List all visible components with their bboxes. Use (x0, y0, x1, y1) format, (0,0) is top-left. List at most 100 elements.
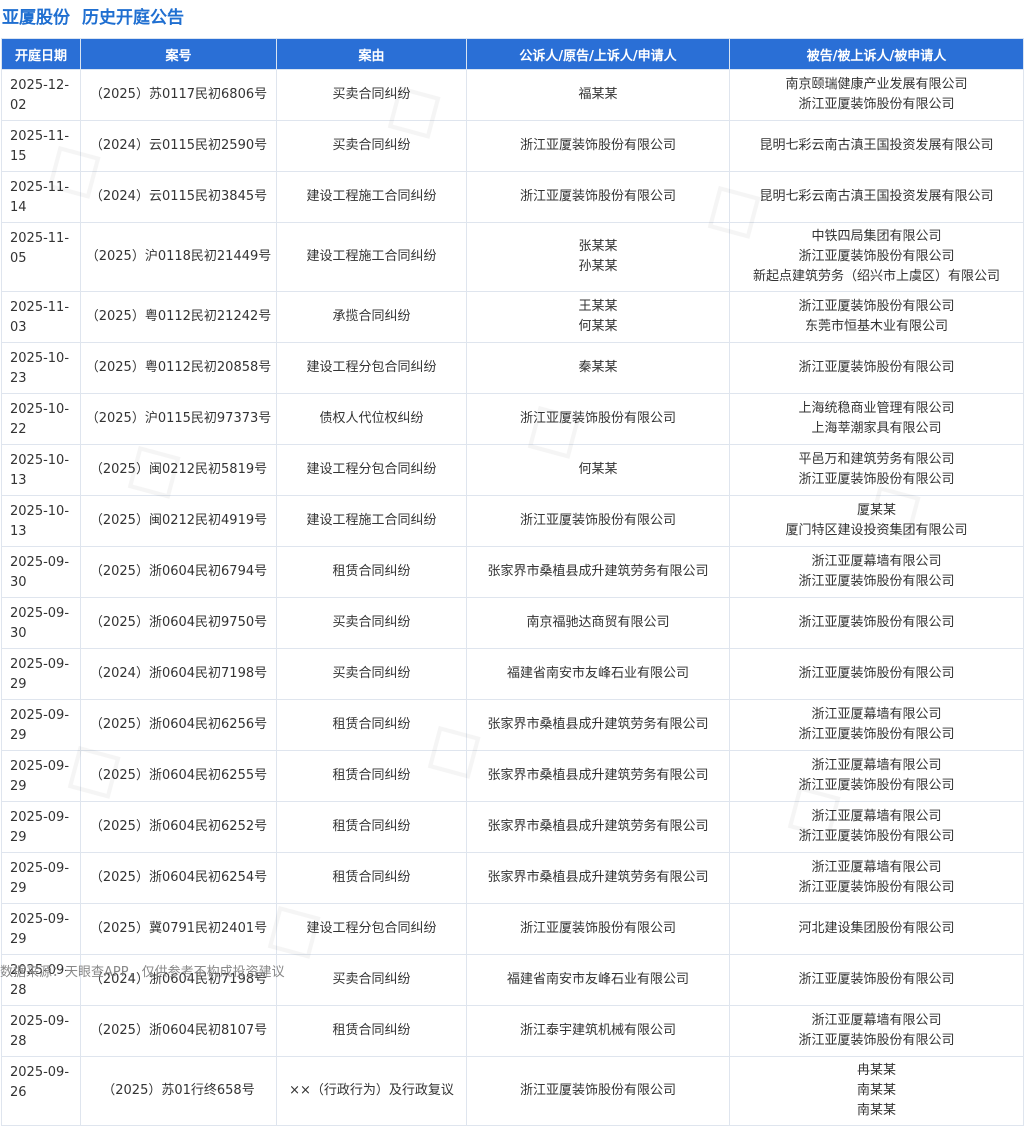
plaintiff-name: 南京福驰达商贸有限公司 (526, 615, 670, 630)
case-cause: 买卖合同纠纷 (276, 69, 467, 121)
plaintiff-name: 浙江泰宇建筑机械有限公司 (519, 1023, 676, 1038)
case-number: （2025）浙0604民初6256号 (80, 699, 277, 751)
hearing-date: 2025-09-29 (1, 903, 81, 955)
table-row: 2025-09-29 （2025）冀0791民初2401号 建设工程分包合同纠纷 浙江… (1, 903, 1024, 955)
plaintiff-name: 张家界市桑植县成升建筑劳务有限公司 (487, 564, 709, 579)
hearing-date: 2025-12-02 (1, 69, 81, 121)
page-header: 亚厦股份 历史开庭公告 (0, 0, 1024, 30)
defendant-name: 浙江亚厦装饰股份有限公司 (798, 97, 955, 112)
case-cause: 建设工程施工合同纠纷 (276, 222, 467, 292)
plaintiffs-cell: 浙江亚厦装饰股份有限公司 (466, 393, 730, 445)
defendants-cell: 浙江亚厦幕墙有限公司 浙江亚厦装饰股份有限公司 (729, 1005, 1024, 1057)
case-cause: 买卖合同纠纷 (276, 954, 467, 1006)
plaintiff-name: 浙江亚厦装饰股份有限公司 (519, 411, 676, 426)
table-row: 2025-09-29 （2025）浙0604民初6254号 租赁合同纠纷 张家界市桑植… (1, 852, 1024, 904)
defendant-name: 浙江亚厦装饰股份有限公司 (798, 360, 955, 375)
plaintiff-name: 王某某 (578, 299, 618, 314)
plaintiff-name: 张家界市桑植县成升建筑劳务有限公司 (487, 819, 709, 834)
table-row: 2025-10-13 （2025）闽0212民初4919号 建设工程施工合同纠纷 浙江… (1, 495, 1024, 547)
defendant-name: 冉某某 (856, 1063, 896, 1078)
table-row: 2025-09-30 （2025）浙0604民初6794号 租赁合同纠纷 张家界市桑植… (1, 546, 1024, 598)
defendant-name: 平邑万和建筑劳务有限公司 (798, 452, 955, 467)
case-number: （2025）浙0604民初6794号 (80, 546, 277, 598)
defendants-cell: 浙江亚厦装饰股份有限公司 (729, 597, 1024, 649)
defendants-cell: 浙江亚厦幕墙有限公司 浙江亚厦装饰股份有限公司 (729, 750, 1024, 802)
plaintiff-name: 浙江亚厦装饰股份有限公司 (519, 921, 676, 936)
hearing-date: 2025-10-13 (1, 444, 81, 496)
plaintiff-name: 浙江亚厦装饰股份有限公司 (519, 513, 676, 528)
col-header-date: 开庭日期 (1, 38, 81, 70)
plaintiffs-cell: 浙江亚厦装饰股份有限公司 (466, 1056, 730, 1126)
defendant-name: 南京颐瑞健康产业发展有限公司 (785, 77, 968, 92)
table-header-row: 开庭日期 案号 案由 公诉人/原告/上诉人/申请人 被告/被上诉人/被申请人 (1, 38, 1024, 70)
defendant-name: 浙江亚厦装饰股份有限公司 (798, 778, 955, 793)
defendant-name: 浙江亚厦幕墙有限公司 (811, 809, 942, 824)
defendant-name: 浙江亚厦装饰股份有限公司 (798, 574, 955, 589)
defendant-name: 浙江亚厦装饰股份有限公司 (798, 880, 955, 895)
case-cause: 租赁合同纠纷 (276, 699, 467, 751)
plaintiff-name: 张家界市桑植县成升建筑劳务有限公司 (487, 870, 709, 885)
defendant-name: 浙江亚厦装饰股份有限公司 (798, 249, 955, 264)
defendant-name: 中铁四局集团有限公司 (811, 229, 942, 244)
hearing-date: 2025-09-28 (1, 1005, 81, 1057)
defendants-cell: 上海统稳商业管理有限公司 上海莘潮家具有限公司 (729, 393, 1024, 445)
table-row: 2025-11-05 （2025）沪0118民初21449号 建设工程施工合同纠纷张… (1, 222, 1024, 292)
case-number: （2025）沪0115民初97373号 (80, 393, 277, 445)
table-row: 2025-10-23 （2025）粤0112民初20858号 建设工程分包合同纠纷 秦… (1, 342, 1024, 394)
defendants-cell: 中铁四局集团有限公司 浙江亚厦装饰股份有限公司 新起点建筑劳务（绍兴市上虞区）有限公… (729, 222, 1024, 292)
defendant-name: 东莞市恒基木业有限公司 (804, 319, 948, 334)
hearing-date: 2025-11-05 (1, 222, 81, 292)
case-cause: 买卖合同纠纷 (276, 120, 467, 172)
defendant-name: 浙江亚厦装饰股份有限公司 (798, 615, 955, 630)
case-number: （2025）苏01行终658号 (80, 1056, 277, 1126)
plaintiffs-cell: 福建省南安市友峰石业有限公司 (466, 954, 730, 1006)
hearing-date: 2025-10-22 (1, 393, 81, 445)
col-header-plaintiffs: 公诉人/原告/上诉人/申请人 (466, 38, 730, 70)
case-number: （2025）浙0604民初8107号 (80, 1005, 277, 1057)
table-row: 2025-09-28 （2025）浙0604民初8107号 租赁合同纠纷 浙江泰宇建筑… (1, 1005, 1024, 1057)
plaintiffs-cell: 南京福驰达商贸有限公司 (466, 597, 730, 649)
defendants-cell: 浙江亚厦装饰股份有限公司 (729, 648, 1024, 700)
plaintiffs-cell: 浙江亚厦装饰股份有限公司 (466, 495, 730, 547)
case-cause: 建设工程分包合同纠纷 (276, 444, 467, 496)
hearing-date: 2025-09-29 (1, 801, 81, 853)
plaintiffs-cell: 张家界市桑植县成升建筑劳务有限公司 (466, 852, 730, 904)
hearing-date: 2025-11-15 (1, 120, 81, 172)
table-row: 2025-12-02 （2025）苏0117民初6806号 买卖合同纠纷 福某某 南京颐… (1, 69, 1024, 121)
plaintiffs-cell: 张某某 孙某某 (466, 222, 730, 292)
company-name: 亚厦股份 (2, 7, 70, 28)
defendants-cell: 河北建设集团股份有限公司 (729, 903, 1024, 955)
plaintiff-name: 浙江亚厦装饰股份有限公司 (519, 138, 676, 153)
case-number: （2025）冀0791民初2401号 (80, 903, 277, 955)
defendant-name: 浙江亚厦幕墙有限公司 (811, 758, 942, 773)
case-number: （2025）闽0212民初4919号 (80, 495, 277, 547)
table-row: 2025-11-15 （2024）云0115民初2590号 买卖合同纠纷 浙江亚厦装饰… (1, 120, 1024, 172)
case-number: （2025）沪0118民初21449号 (80, 222, 277, 292)
defendants-cell: 浙江亚厦幕墙有限公司 浙江亚厦装饰股份有限公司 (729, 852, 1024, 904)
table-row: 2025-10-13 （2025）闽0212民初5819号 建设工程分包合同纠纷 何某… (1, 444, 1024, 496)
case-cause: 建设工程分包合同纠纷 (276, 342, 467, 394)
table-row: 2025-09-29 （2025）浙0604民初6255号 租赁合同纠纷 张家界市桑植… (1, 750, 1024, 802)
case-cause: 债权人代位权纠纷 (276, 393, 467, 445)
plaintiff-name: 浙江亚厦装饰股份有限公司 (519, 1083, 676, 1098)
defendant-name: 河北建设集团股份有限公司 (798, 921, 955, 936)
defendant-name: 浙江亚厦装饰股份有限公司 (798, 472, 955, 487)
plaintiff-name: 福建省南安市友峰石业有限公司 (506, 972, 689, 987)
hearing-date: 2025-09-29 (1, 699, 81, 751)
defendant-name: 昆明七彩云南古滇王国投资发展有限公司 (759, 189, 994, 204)
plaintiff-name: 张家界市桑植县成升建筑劳务有限公司 (487, 717, 709, 732)
defendants-cell: 南京颐瑞健康产业发展有限公司 浙江亚厦装饰股份有限公司 (729, 69, 1024, 121)
hearing-date: 2025-10-23 (1, 342, 81, 394)
case-number: （2024）浙0604民初7198号 (80, 648, 277, 700)
defendants-cell: 厦某某 厦门特区建设投资集团有限公司 (729, 495, 1024, 547)
defendants-cell: 浙江亚厦幕墙有限公司 浙江亚厦装饰股份有限公司 (729, 699, 1024, 751)
defendant-name: 浙江亚厦幕墙有限公司 (811, 860, 942, 875)
plaintiff-name: 何某某 (578, 319, 618, 334)
hearing-date: 2025-09-26 (1, 1056, 81, 1126)
defendant-name: 南某某 (856, 1083, 896, 1098)
hearing-date: 2025-09-30 (1, 597, 81, 649)
hearing-date: 2025-09-29 (1, 648, 81, 700)
defendants-cell: 浙江亚厦装饰股份有限公司 东莞市恒基木业有限公司 (729, 291, 1024, 343)
defendants-cell: 昆明七彩云南古滇王国投资发展有限公司 (729, 171, 1024, 223)
table-row: 2025-11-03 （2025）粤0112民初21242号 承揽合同纠纷 王某某 何某… (1, 291, 1024, 343)
